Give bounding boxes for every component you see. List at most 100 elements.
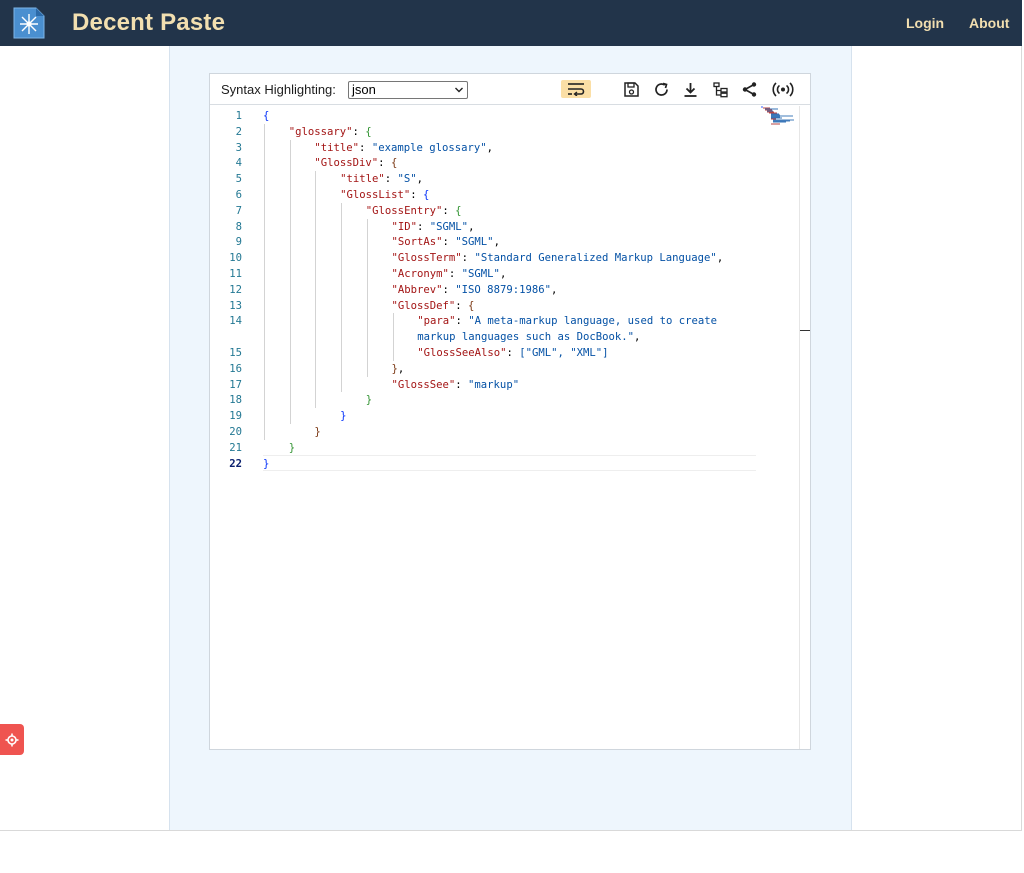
code-token: "GlossDiv" bbox=[314, 157, 379, 170]
download-icon bbox=[684, 82, 696, 97]
code-text: "GlossSee": "markup" bbox=[392, 377, 520, 393]
code-token: : bbox=[455, 299, 469, 312]
code-line: markup languages such as DocBook.", bbox=[210, 329, 796, 345]
code-token: ["GML", "XML"] bbox=[519, 347, 609, 359]
save-icon bbox=[623, 81, 639, 97]
indent-guide bbox=[289, 139, 291, 424]
paste-editor-panel: Syntax Highlighting: json 1 {2 "glossar… bbox=[209, 73, 811, 750]
code-token: { bbox=[390, 157, 398, 170]
code-editor[interactable]: 1{2 "glossary": {3 "title": "example gloss… bbox=[210, 106, 799, 749]
code-text: "GlossEntry": { bbox=[366, 203, 462, 219]
code-text: }, bbox=[392, 361, 405, 377]
share-icon bbox=[742, 81, 756, 97]
code-text: { bbox=[263, 108, 269, 124]
code-line: 12 "Abbrev": "ISO 8879:1986", bbox=[210, 282, 796, 298]
code-token: "GlossList" bbox=[340, 189, 411, 201]
code-token: : bbox=[378, 157, 391, 170]
code-token: : bbox=[455, 315, 469, 328]
settings-button[interactable] bbox=[0, 724, 24, 755]
wrap-text-button[interactable] bbox=[561, 80, 591, 98]
code-line: 18} bbox=[210, 392, 796, 408]
code-token: , bbox=[634, 331, 641, 344]
code-token: , bbox=[550, 283, 558, 296]
code-text: "GlossDef": { bbox=[392, 298, 475, 314]
code-line: 15 "GlossSeeAlso": ["GML", "XML"] bbox=[210, 345, 796, 361]
tree-view-button[interactable] bbox=[709, 79, 731, 99]
code-text: markup languages such as DocBook.", bbox=[417, 329, 640, 345]
line-number: 6 bbox=[235, 189, 242, 201]
code-line: 10 "GlossTerm": "Standard Generalized Mar… bbox=[210, 250, 796, 266]
indent-guide bbox=[264, 123, 265, 440]
code-line: 13 "GlossDef": { bbox=[210, 298, 796, 314]
scrollbar-position-marker bbox=[800, 330, 810, 331]
settings-gear-icon bbox=[5, 733, 19, 746]
line-number: 15 bbox=[229, 347, 242, 359]
code-token: "A meta-markup language, used to create bbox=[468, 315, 717, 328]
download-button[interactable] bbox=[679, 79, 701, 99]
login-link[interactable]: Login bbox=[906, 15, 944, 31]
code-line: 19} bbox=[210, 408, 796, 424]
code-token: "S" bbox=[397, 173, 417, 186]
save-button[interactable] bbox=[620, 79, 642, 99]
code-token: "SortAs" bbox=[391, 236, 443, 249]
code-line: 7 "GlossEntry": { bbox=[210, 203, 796, 219]
code-text: "glossary": { bbox=[289, 124, 372, 140]
syntax-language-select[interactable]: json bbox=[348, 81, 468, 99]
code-line: 11 "Acronym": "SGML", bbox=[210, 266, 796, 282]
editor-scrollbar[interactable] bbox=[799, 106, 810, 749]
code-text: } bbox=[263, 456, 269, 472]
code-line: 8 "ID": "SGML", bbox=[210, 219, 796, 235]
line-number: 16 bbox=[229, 362, 242, 375]
code-text: } bbox=[340, 408, 346, 424]
indent-guide bbox=[366, 218, 368, 377]
line-number: 14 bbox=[229, 315, 242, 328]
code-text: "GlossSeeAlso": ["GML", "XML"] bbox=[417, 345, 608, 361]
code-token: } bbox=[263, 457, 270, 470]
code-token: , bbox=[486, 141, 494, 154]
code-token: { bbox=[455, 204, 462, 217]
code-text: "Abbrev": "ISO 8879:1986", bbox=[392, 282, 558, 298]
editor-toolbar: Syntax Highlighting: json bbox=[210, 74, 810, 105]
code-token: , bbox=[468, 220, 475, 233]
code-token: : bbox=[448, 268, 462, 280]
code-token: : bbox=[417, 220, 430, 233]
code-text: "para": "A meta-markup language, used to… bbox=[417, 313, 717, 329]
wrap-text-icon bbox=[568, 83, 585, 96]
code-token: { bbox=[468, 299, 475, 312]
broadcast-button[interactable] bbox=[769, 79, 797, 99]
code-text: "ID": "SGML", bbox=[392, 219, 475, 235]
code-token: "Standard Generalized Markup Language" bbox=[474, 252, 717, 265]
code-token: : bbox=[352, 125, 366, 138]
code-minimap[interactable] bbox=[760, 106, 796, 128]
about-link[interactable]: About bbox=[969, 15, 1009, 31]
code-token: "ID" bbox=[391, 220, 418, 233]
code-token: "GlossEntry" bbox=[365, 204, 443, 217]
code-token: } bbox=[288, 441, 296, 454]
code-text: "Acronym": "SGML", bbox=[392, 266, 507, 282]
refresh-button[interactable] bbox=[650, 79, 672, 99]
code-token: { bbox=[423, 189, 430, 201]
code-token: "Acronym" bbox=[391, 268, 449, 280]
code-token: { bbox=[263, 110, 270, 122]
code-token: , bbox=[493, 236, 500, 249]
indent-guide bbox=[315, 171, 317, 409]
code-line: 4 "GlossDiv": { bbox=[210, 155, 796, 171]
line-number: 4 bbox=[235, 157, 242, 170]
code-line: 17 "GlossSee": "markup" bbox=[210, 377, 796, 393]
code-token: "Abbrev" bbox=[391, 283, 443, 296]
line-number: 1 bbox=[235, 110, 242, 122]
code-token: , bbox=[397, 362, 405, 375]
refresh-icon bbox=[654, 82, 668, 96]
line-number: 5 bbox=[235, 173, 242, 186]
syntax-highlighting-label: Syntax Highlighting: bbox=[221, 82, 336, 97]
code-token: "GlossSeeAlso" bbox=[417, 347, 507, 359]
share-button[interactable] bbox=[738, 79, 760, 99]
line-number: 3 bbox=[235, 141, 242, 154]
code-token: } bbox=[340, 410, 347, 423]
indent-guide bbox=[392, 313, 394, 361]
code-token: : bbox=[384, 173, 398, 186]
app-logo-icon[interactable] bbox=[12, 6, 46, 40]
code-token: "ISO 8879:1986" bbox=[455, 283, 551, 296]
code-token: : bbox=[359, 141, 372, 154]
app-title[interactable]: Decent Paste bbox=[72, 9, 225, 37]
